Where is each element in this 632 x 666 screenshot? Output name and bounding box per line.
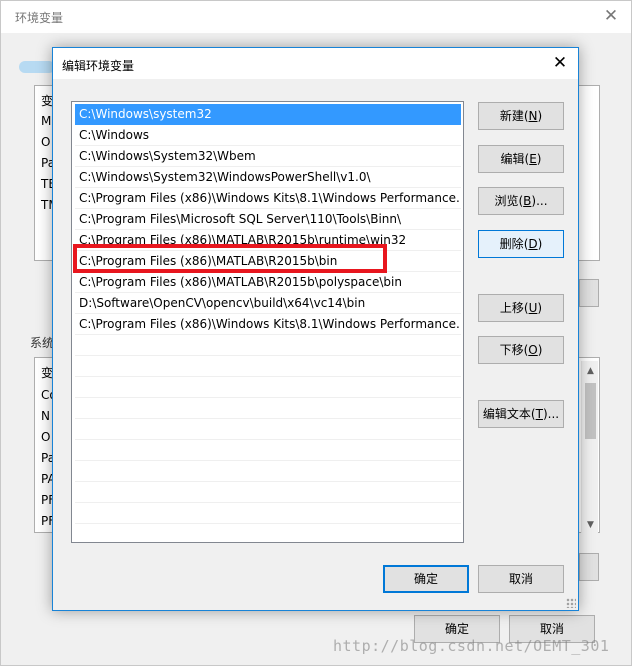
empty-row [75, 461, 461, 482]
browse-button[interactable]: 浏览(B)... [478, 187, 564, 215]
button-label: 浏览 [494, 194, 519, 208]
path-item[interactable]: C:\Program Files (x86)\Windows Kits\8.1\… [75, 188, 461, 209]
empty-row [75, 440, 461, 461]
path-item[interactable]: C:\Program Files (x86)\MATLAB\R2015b\run… [75, 230, 461, 251]
user-vars-button[interactable] [579, 279, 599, 307]
shortcut-key: B [523, 194, 532, 208]
new-button[interactable]: 新建(N) [478, 102, 564, 130]
path-item[interactable]: C:\Windows [75, 125, 461, 146]
dialog-title: 编辑环境变量 [62, 59, 135, 73]
dialog-titlebar: 编辑环境变量 ✕ [53, 48, 578, 79]
empty-row [75, 377, 461, 398]
path-item[interactable]: C:\Program Files (x86)\Windows Kits\8.1\… [75, 314, 461, 335]
system-variables-label: 系统 [30, 336, 55, 350]
scroll-down-icon[interactable]: ▼ [582, 517, 599, 533]
empty-row [75, 356, 461, 377]
ellipsis: ... [547, 407, 560, 421]
ok-button[interactable]: 确定 [383, 565, 469, 593]
path-item[interactable]: C:\Program Files (x86)\MATLAB\R2015b\pol… [75, 272, 461, 293]
blurred-username [19, 61, 55, 73]
path-item[interactable]: C:\Program Files (x86)\MATLAB\R2015b\bin [75, 251, 461, 272]
shortcut-key: N [528, 109, 538, 123]
path-item[interactable]: D:\Software\OpenCV\opencv\build\x64\vc14… [75, 293, 461, 314]
watermark: http://blog.csdn.net/OEMT_301 [333, 637, 610, 655]
button-label: 编辑文本 [482, 407, 531, 421]
move-down-button[interactable]: 下移(O) [478, 336, 564, 364]
list-item[interactable]: O [41, 135, 50, 149]
empty-row [75, 398, 461, 419]
system-list-scrollbar[interactable]: ▲ ▼ [581, 361, 598, 533]
list-item[interactable]: O [41, 430, 50, 444]
empty-row [75, 419, 461, 440]
shortcut-key: U [528, 301, 538, 315]
scrollbar-thumb[interactable] [585, 383, 596, 439]
edit-text-button[interactable]: 编辑文本(T)... [478, 400, 564, 428]
list-item[interactable]: N [41, 409, 50, 423]
path-item[interactable]: C:\Program Files\Microsoft SQL Server\11… [75, 209, 461, 230]
system-vars-button[interactable] [579, 553, 599, 581]
shortcut-key: O [528, 343, 538, 357]
button-label: 编辑 [500, 152, 525, 166]
button-label: 下移 [499, 343, 524, 357]
list-item[interactable]: M [41, 114, 51, 128]
cancel-button[interactable]: 取消 [478, 565, 564, 593]
shortcut-key: D [528, 237, 538, 251]
empty-row [75, 482, 461, 503]
edit-environment-variable-dialog: 编辑环境变量 ✕ C:\Windows\system32 C:\Windows … [52, 47, 579, 611]
ellipsis: ... [536, 194, 548, 208]
empty-row [75, 503, 461, 524]
edit-button[interactable]: 编辑(E) [478, 145, 564, 173]
path-item[interactable]: C:\Windows\system32 [75, 104, 461, 125]
move-up-button[interactable]: 上移(U) [478, 294, 564, 322]
path-list[interactable]: C:\Windows\system32 C:\Windows C:\Window… [71, 101, 464, 543]
window-title: 环境变量 [15, 11, 64, 25]
path-item[interactable]: C:\Windows\System32\Wbem [75, 146, 461, 167]
resize-grip-icon[interactable] [566, 598, 576, 608]
close-icon[interactable]: ✕ [550, 53, 570, 73]
scroll-up-icon[interactable]: ▲ [582, 363, 599, 379]
button-label: 删除 [499, 237, 524, 251]
close-icon[interactable]: ✕ [601, 6, 621, 26]
shortcut-key: E [529, 152, 537, 166]
delete-button[interactable]: 删除(D) [478, 230, 564, 258]
path-item[interactable]: C:\Windows\System32\WindowsPowerShell\v1… [75, 167, 461, 188]
button-label: 上移 [499, 301, 524, 315]
empty-row [75, 335, 461, 356]
shortcut-key: T [535, 407, 543, 421]
window-titlebar: 环境变量 ✕ [1, 1, 631, 33]
button-label: 新建 [499, 109, 524, 123]
